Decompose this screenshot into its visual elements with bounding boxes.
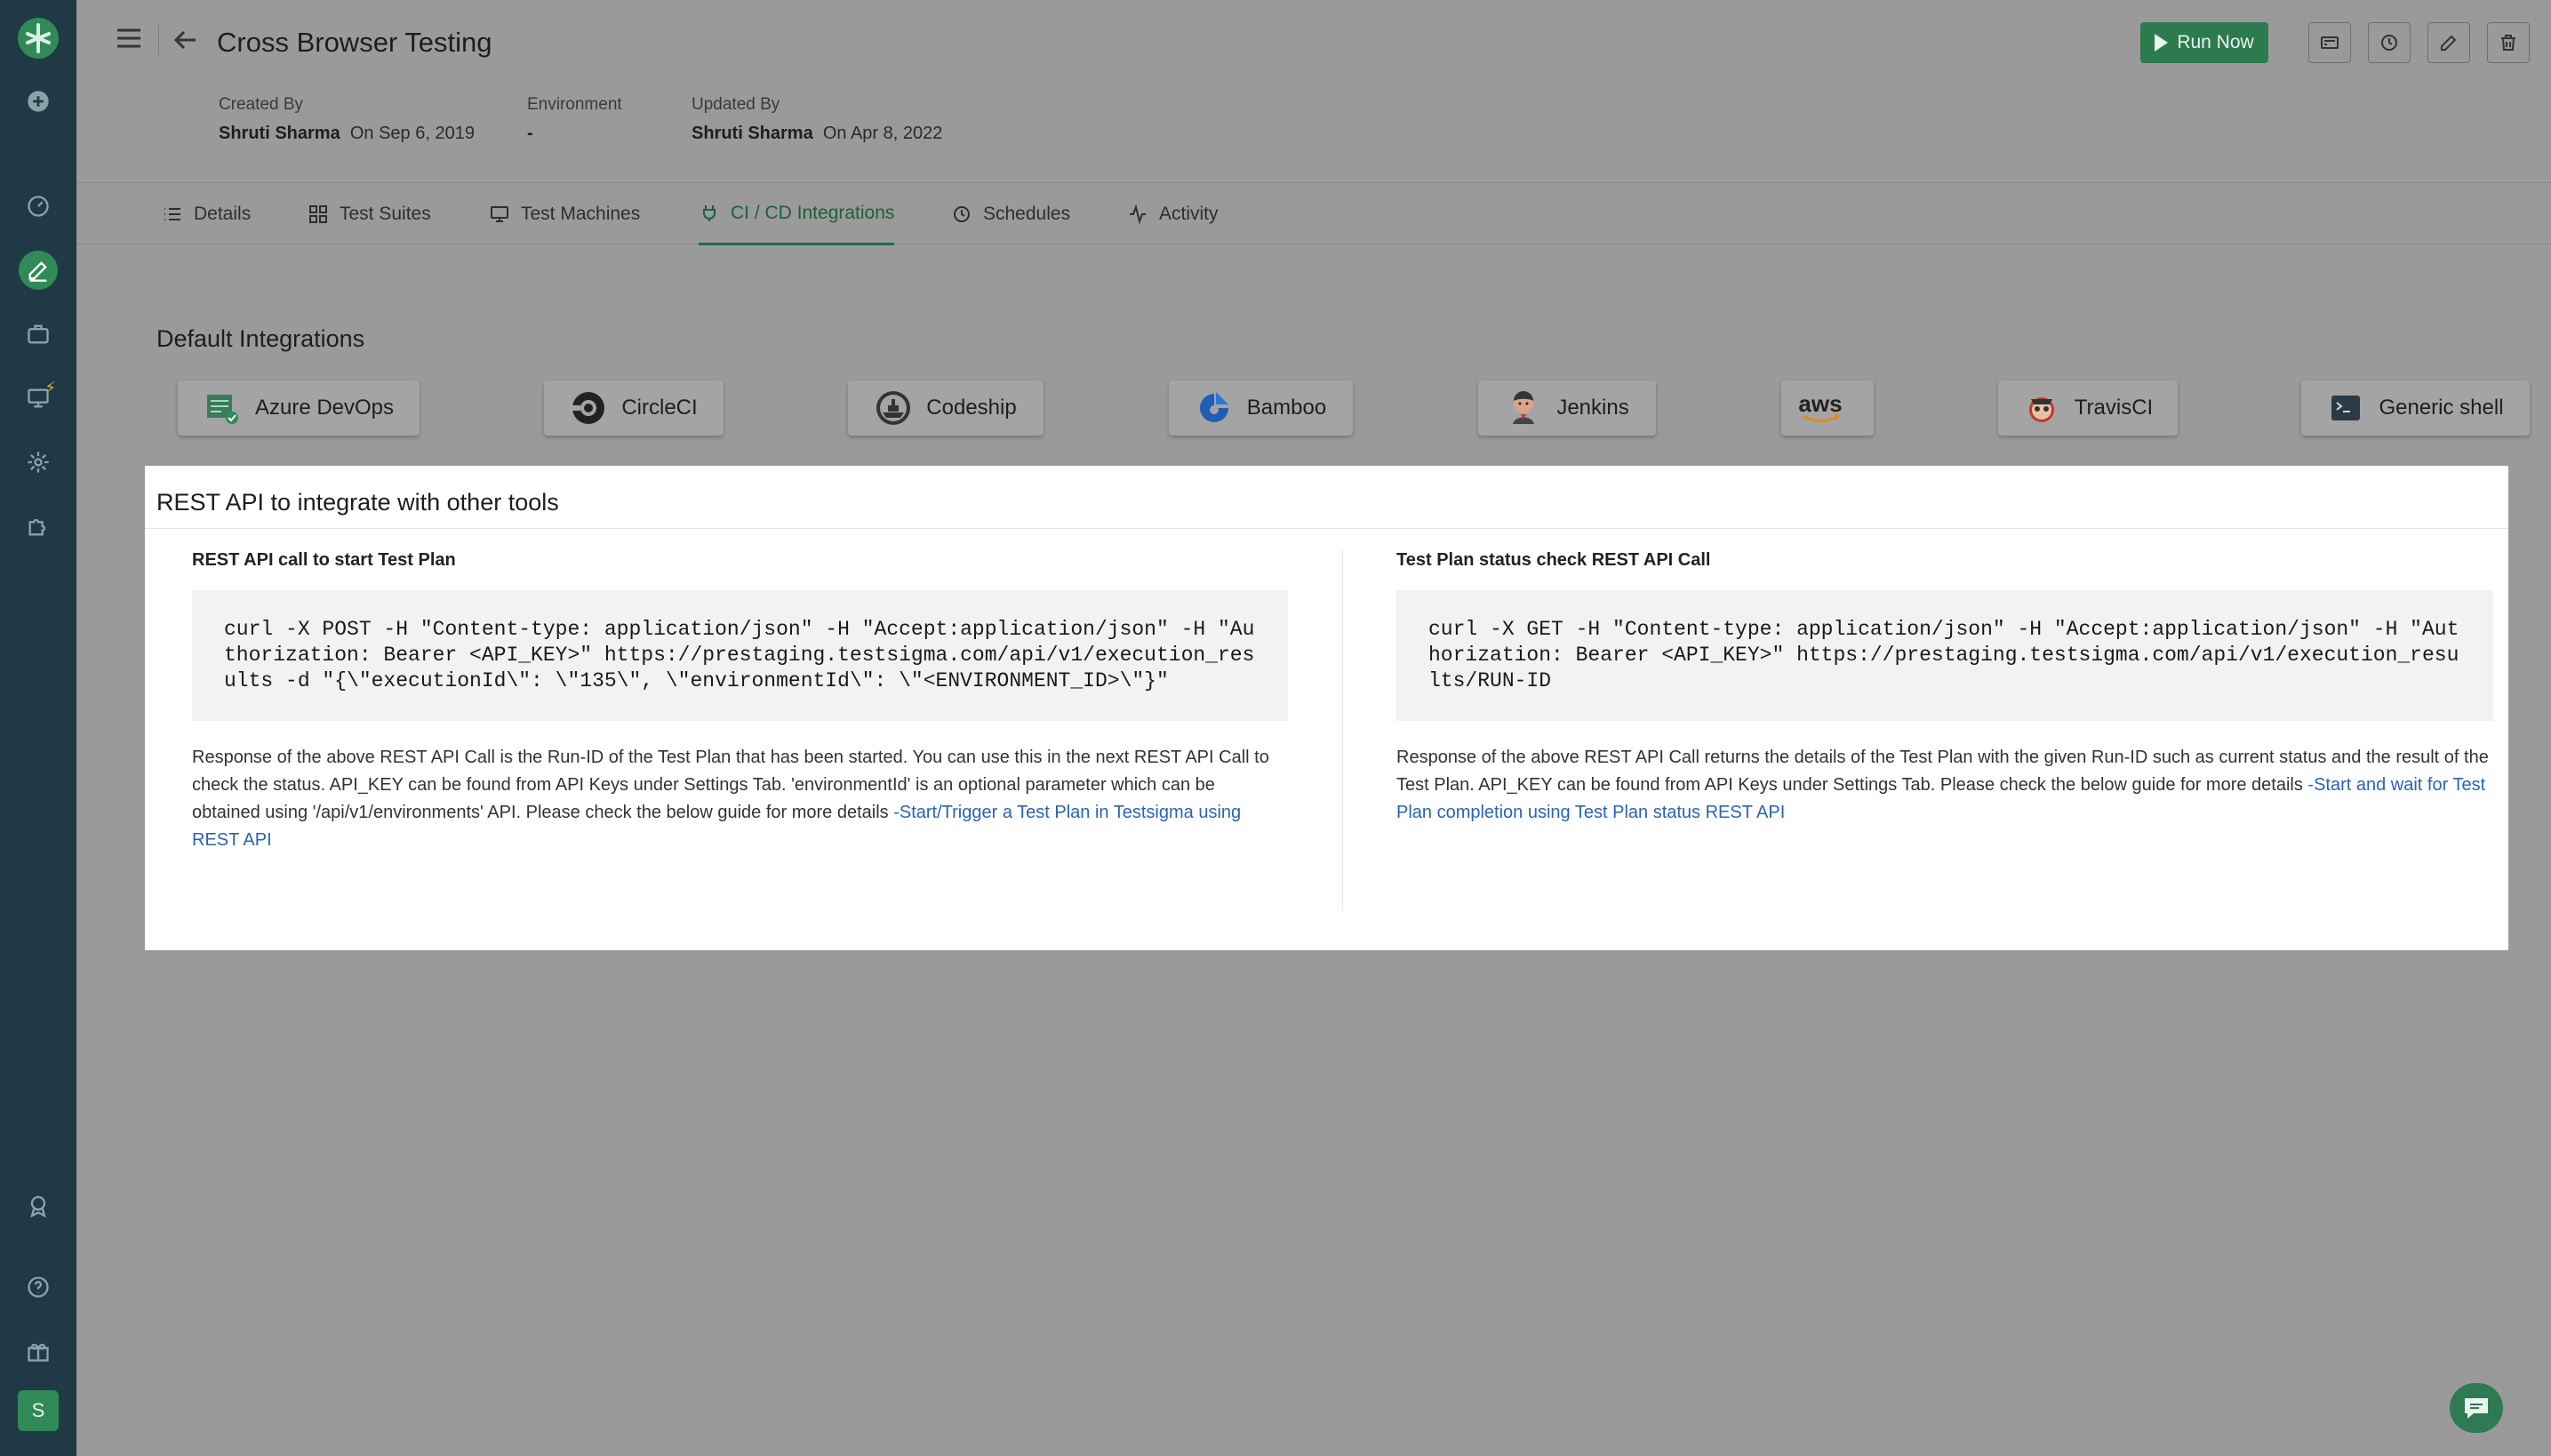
jenkins-icon [1505, 389, 1542, 427]
column-divider [1342, 550, 1343, 910]
help-icon[interactable] [19, 1268, 58, 1307]
updated-by: Updated By Shruti Sharma On Apr 8, 2022 [692, 95, 943, 143]
start-test-plan-title: REST API call to start Test Plan [192, 550, 456, 570]
status-check-code[interactable]: curl -X GET -H "Content-type: applicatio… [1396, 590, 2493, 721]
play-icon [2155, 34, 2169, 52]
integration-travisci[interactable]: TravisCI [1998, 380, 2178, 436]
default-integrations-title: Default Integrations [156, 325, 365, 352]
settings-icon[interactable] [19, 443, 58, 482]
updated-by-date: On Apr 8, 2022 [822, 124, 943, 143]
environment-value: - [527, 124, 533, 143]
activity-icon [1130, 204, 1146, 225]
panel-divider [145, 528, 2508, 529]
gift-icon[interactable] [19, 1332, 58, 1371]
briefcase-icon[interactable] [19, 315, 58, 354]
monitor-icon [491, 206, 508, 222]
list-icon [164, 208, 180, 220]
codeship-icon [875, 389, 912, 427]
created-by-name: Shruti Sharma [219, 124, 340, 143]
integration-jenkins[interactable]: Jenkins [1478, 380, 1656, 436]
clock-icon [954, 206, 970, 222]
tab-test-suites[interactable]: Test Suites [308, 183, 431, 245]
travisci-icon [2023, 389, 2060, 427]
dashboard-icon[interactable] [19, 187, 58, 226]
status-check-section: Test Plan status check REST API Call cur… [1396, 550, 2493, 827]
page-header: Cross Browser Testing Run Now Created By… [76, 0, 2551, 182]
history-button[interactable] [2368, 22, 2411, 63]
addons-puzzle-icon[interactable] [19, 507, 58, 546]
integration-azure-devops[interactable]: Azure DevOps [178, 380, 420, 436]
tab-schedules[interactable]: Schedules [951, 183, 1070, 245]
back-arrow-icon[interactable] [171, 25, 201, 55]
start-test-plan-code[interactable]: curl -X POST -H "Content-type: applicati… [192, 590, 1288, 721]
delete-button[interactable] [2487, 22, 2530, 63]
rest-api-panel: REST API to integrate with other tools R… [145, 466, 2508, 950]
integration-circleci[interactable]: CircleCI [544, 380, 724, 436]
status-check-title: Test Plan status check REST API Call [1396, 550, 1711, 570]
created-by-date: On Sep 6, 2019 [349, 124, 475, 143]
trash-icon [2501, 35, 2515, 51]
edit-button[interactable] [2427, 22, 2470, 63]
tab-bar: Details Test Suites Test Machines CI / C… [76, 182, 2551, 245]
card-icon [2321, 36, 2339, 49]
tab-activity[interactable]: Activity [1127, 183, 1219, 245]
badge-icon[interactable] [19, 1186, 58, 1225]
plug-icon [703, 204, 716, 221]
tab-test-machines[interactable]: Test Machines [489, 183, 640, 245]
integration-generic-shell[interactable]: Generic shell [2301, 380, 2530, 436]
updated-by-name: Shruti Sharma [692, 124, 813, 143]
integration-aws[interactable]: aws [1781, 380, 1874, 436]
bolt-icon: ⚡ [44, 379, 56, 396]
azure-devops-icon [204, 389, 241, 427]
test-development-icon[interactable] [19, 251, 58, 290]
aws-icon: aws [1794, 389, 1847, 427]
start-test-plan-description: Response of the above REST API Call is t… [192, 748, 1269, 850]
header-divider [158, 25, 159, 55]
run-now-button[interactable]: Run Now [2140, 22, 2268, 63]
test-data-button[interactable] [2308, 22, 2351, 63]
circleci-icon [570, 389, 607, 427]
clock-icon [2381, 35, 2397, 51]
integration-codeship[interactable]: Codeship [848, 380, 1044, 436]
created-by: Created By Shruti Sharma On Sep 6, 2019 [219, 95, 475, 143]
chat-icon [2465, 1398, 2488, 1419]
user-avatar[interactable]: S [18, 1390, 59, 1431]
add-icon[interactable] [19, 82, 58, 121]
suite-icon [309, 205, 327, 223]
tab-details[interactable]: Details [162, 183, 251, 245]
integration-bamboo[interactable]: Bamboo [1169, 380, 1353, 436]
left-nav: ⚡ S [0, 0, 76, 1456]
run-results-icon[interactable]: ⚡ [19, 379, 58, 418]
pencil-icon [2441, 35, 2457, 51]
tab-ci-cd-integrations[interactable]: CI / CD Integrations [699, 183, 895, 245]
testsigma-logo-icon[interactable] [14, 14, 62, 62]
run-now-label: Run Now [2177, 32, 2254, 52]
page-title: Cross Browser Testing [217, 27, 492, 58]
rest-api-title: REST API to integrate with other tools [156, 489, 559, 516]
bamboo-icon [1196, 389, 1233, 427]
shell-icon [2327, 389, 2364, 427]
start-test-plan-section: REST API call to start Test Plan curl -X… [192, 550, 1288, 854]
status-check-description: Response of the above REST API Call retu… [1396, 748, 2489, 822]
chat-support-button[interactable] [2450, 1383, 2503, 1433]
hamburger-menu-icon[interactable] [114, 23, 144, 53]
environment: Environment - [527, 95, 622, 143]
